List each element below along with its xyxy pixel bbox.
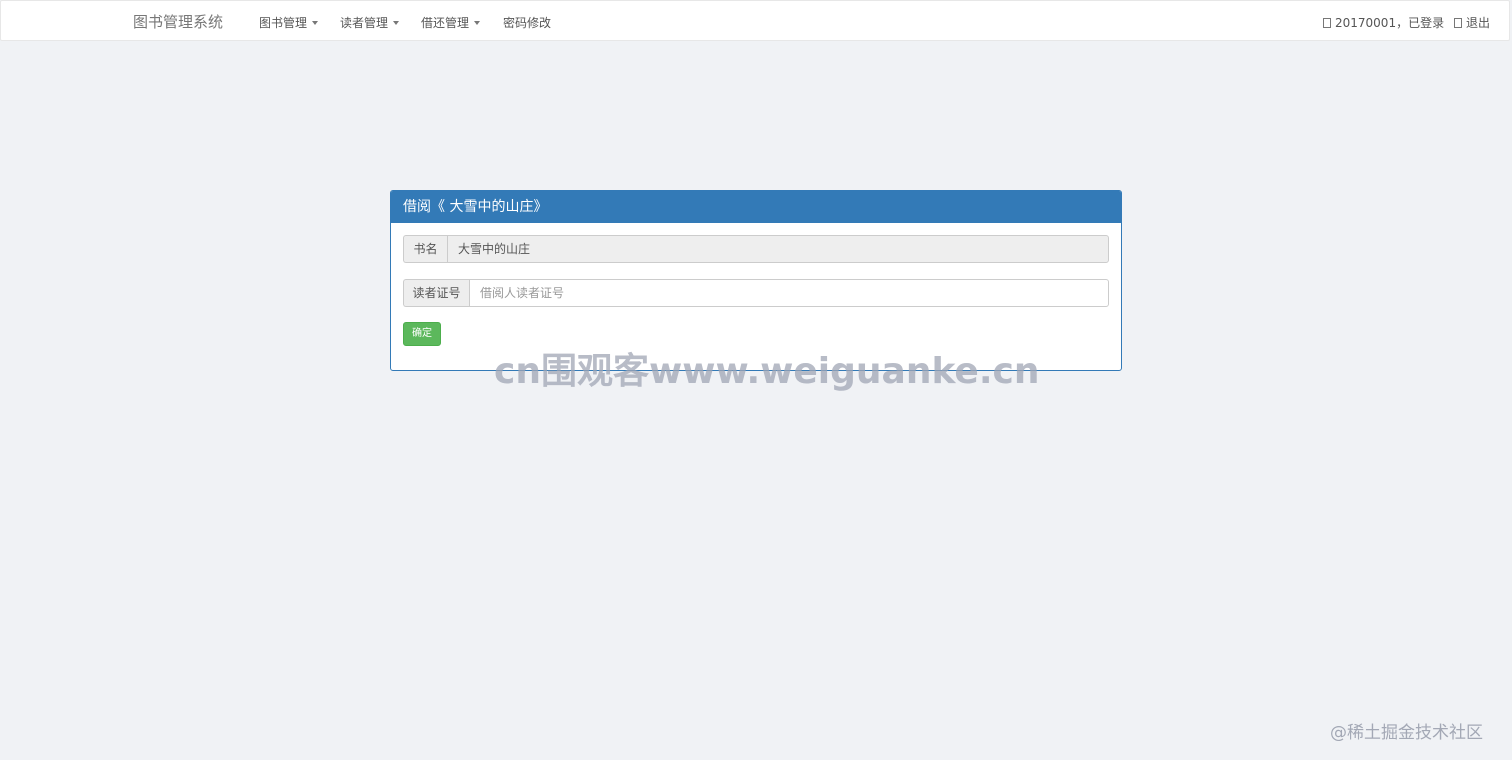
reader-id-label: 读者证号: [403, 279, 469, 307]
logout-text: 退出: [1466, 16, 1491, 30]
nav-reader-management[interactable]: 读者管理: [340, 14, 400, 31]
nav-reader-management-label: 读者管理: [340, 16, 389, 30]
nav-book-management[interactable]: 图书管理: [259, 14, 319, 31]
top-navbar: 图书管理系统 图书管理 读者管理 借还管理 密码修改 20170001，已登录 …: [0, 0, 1510, 41]
nav-user-status[interactable]: 20170001，已登录: [1323, 14, 1444, 31]
corner-watermark: @稀土掘金技术社区: [1330, 723, 1483, 743]
nav-password-change[interactable]: 密码修改: [503, 14, 551, 31]
brand-link[interactable]: 图书管理系统: [133, 11, 223, 32]
logout-icon: [1454, 17, 1462, 28]
nav-logout[interactable]: 退出: [1454, 14, 1490, 31]
nav-borrow-return-management[interactable]: 借还管理: [421, 14, 481, 31]
user-status-text: 20170001，已登录: [1335, 16, 1445, 30]
confirm-button[interactable]: 确定: [403, 322, 441, 346]
nav-borrow-return-label: 借还管理: [421, 16, 470, 30]
panel-title: 借阅《 大雪中的山庄》: [391, 191, 1121, 223]
book-name-label: 书名: [403, 235, 447, 263]
nav-book-management-label: 图书管理: [259, 16, 308, 30]
reader-id-group: 读者证号: [403, 279, 1109, 307]
book-name-field: 大雪中的山庄: [447, 235, 1109, 263]
nav-password-change-label: 密码修改: [503, 16, 552, 30]
caret-down-icon: [393, 20, 400, 25]
reader-id-input[interactable]: [469, 279, 1109, 307]
user-icon: [1323, 17, 1331, 28]
center-watermark: cn围观客www.weiguanke.cn: [494, 351, 1040, 392]
caret-down-icon: [474, 20, 481, 25]
book-name-group: 书名 大雪中的山庄: [403, 235, 1109, 263]
caret-down-icon: [312, 20, 319, 25]
